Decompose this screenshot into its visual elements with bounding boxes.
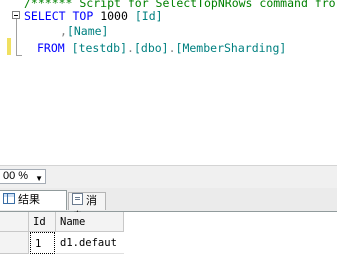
column-header-id[interactable]: Id xyxy=(29,212,56,232)
cell-name[interactable]: d1.defaut xyxy=(56,232,124,254)
chevron-down-icon[interactable]: ▼ xyxy=(35,172,43,185)
collapse-toggle-icon[interactable] xyxy=(12,11,20,19)
dot: . xyxy=(168,41,176,55)
cell-id[interactable]: 1 xyxy=(30,232,55,254)
fold-guide xyxy=(16,19,17,55)
zoom-dropdown[interactable]: 00 % ▼ xyxy=(0,169,46,184)
zoom-bar: 00 % ▼ xyxy=(0,165,337,188)
from-keyword: FROM xyxy=(37,41,65,55)
column-id: [Id] xyxy=(134,9,163,23)
from-line: FROM [testdb].[dbo].[MemberSharding] xyxy=(37,41,286,55)
tab-results-label: 结果 xyxy=(18,193,40,206)
column-name: [Name] xyxy=(66,24,109,38)
dot: . xyxy=(127,41,134,55)
top-keyword: TOP xyxy=(72,9,94,23)
message-icon xyxy=(72,193,83,205)
comma: , xyxy=(60,24,67,38)
results-grid[interactable]: Id Name 1 d1.defaut xyxy=(0,212,337,259)
grid-icon xyxy=(3,193,15,204)
name-line: ,[Name] xyxy=(60,24,108,38)
table-schema: [dbo] xyxy=(133,41,169,55)
table-db: [testdb] xyxy=(71,41,128,55)
zoom-value: 00 % xyxy=(3,170,29,182)
tab-results[interactable]: 结果 xyxy=(0,190,67,210)
top-count: 1000 xyxy=(100,9,128,23)
results-tabstrip: 结果 消息 xyxy=(0,188,337,223)
query-editor[interactable]: /****** Script for SelectTopNRows comman… xyxy=(0,0,337,165)
fold-guide-end xyxy=(16,55,22,56)
corner-cell[interactable] xyxy=(0,212,29,232)
changed-line-marker xyxy=(7,38,11,55)
tab-messages[interactable]: 消息 xyxy=(68,192,106,223)
table-name: [MemberSharding] xyxy=(175,41,287,55)
row-header[interactable] xyxy=(0,232,29,254)
column-header-name[interactable]: Name xyxy=(56,212,124,232)
select-line: SELECT TOP 1000 [Id] xyxy=(24,9,163,23)
select-keyword: SELECT xyxy=(24,9,66,23)
